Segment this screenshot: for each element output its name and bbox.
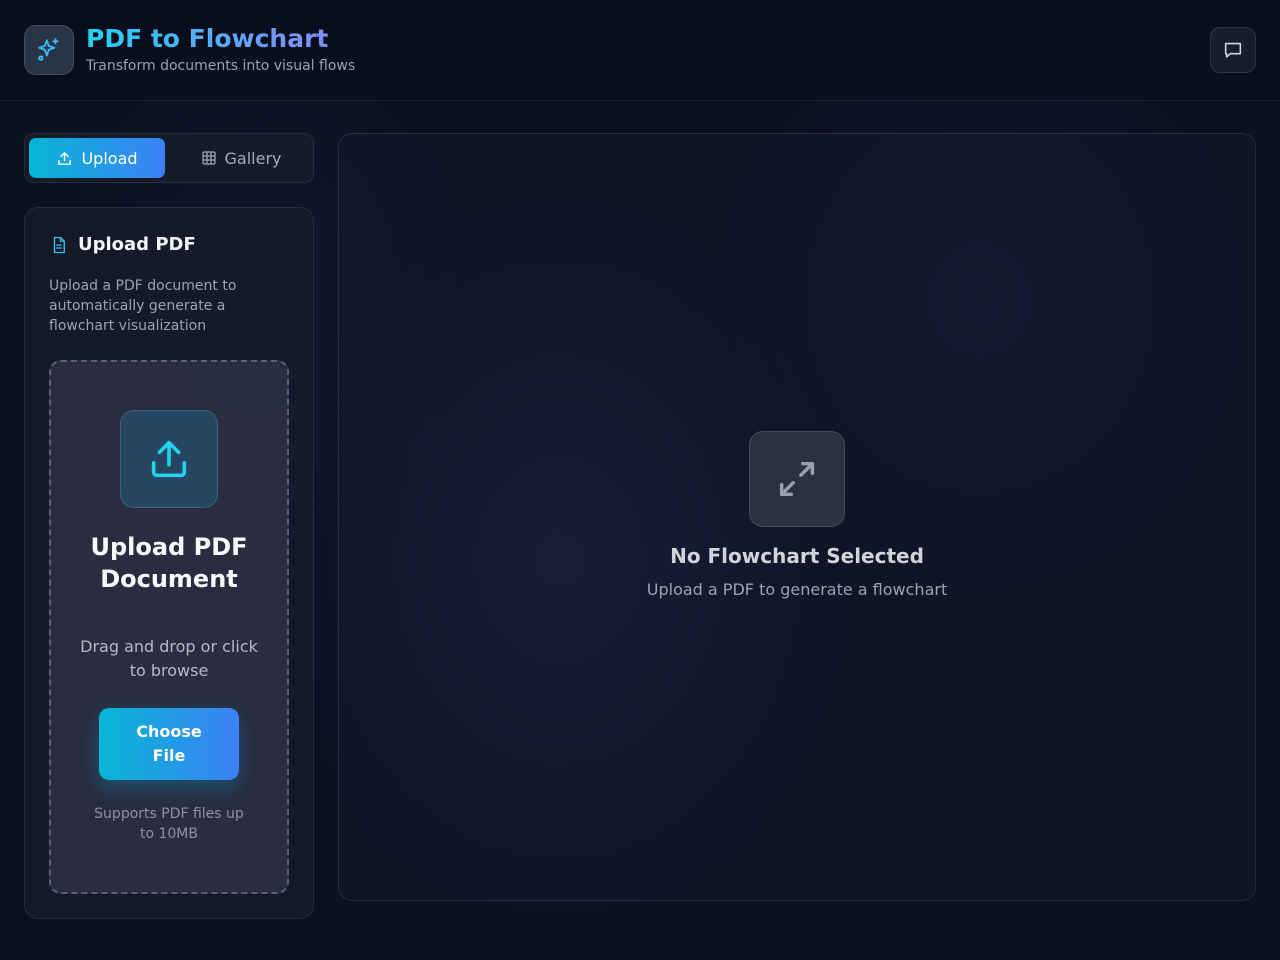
upload-card-title-text: Upload PDF [78, 234, 196, 255]
app-logo [24, 25, 74, 75]
upload-card-description: Upload a PDF document to automatically g… [49, 278, 237, 334]
view-tabs: Upload Gallery [24, 133, 314, 183]
dropzone-note: Supports PDF files up to 10MB [94, 806, 244, 842]
expand-arrows-icon [779, 461, 815, 497]
chat-bubble-icon [1224, 42, 1242, 58]
upload-card-title: Upload PDF [50, 234, 196, 255]
file-text-icon [53, 236, 65, 253]
empty-state-subtitle: Upload a PDF to generate a flowchart [646, 580, 948, 599]
dropzone-subtitle: Drag and drop or click to browse [80, 637, 258, 680]
tab-gallery[interactable]: Gallery [173, 138, 309, 178]
app-header: PDF to Flowchart Transform documents int… [0, 0, 1280, 101]
tab-upload-label: Upload [81, 148, 138, 168]
app-subtitle: Transform documents into visual flows [86, 58, 356, 74]
dropzone-icon-box [120, 410, 218, 508]
grid-icon [201, 151, 216, 165]
app-title: PDF to Flowchart [86, 24, 329, 53]
tab-gallery-label: Gallery [224, 148, 282, 168]
upload-icon [58, 151, 72, 165]
upload-icon [151, 440, 187, 478]
sparkles-icon [38, 38, 59, 61]
chat-button[interactable] [1210, 27, 1256, 73]
empty-state-title: No Flowchart Selected [670, 544, 924, 568]
empty-state-icon-box [749, 431, 845, 527]
choose-file-button[interactable]: Choose File [99, 708, 239, 780]
dropzone-title: Upload PDF Document [90, 533, 248, 593]
tab-upload[interactable]: Upload [29, 138, 165, 178]
choose-file-label: Choose File [136, 722, 202, 765]
